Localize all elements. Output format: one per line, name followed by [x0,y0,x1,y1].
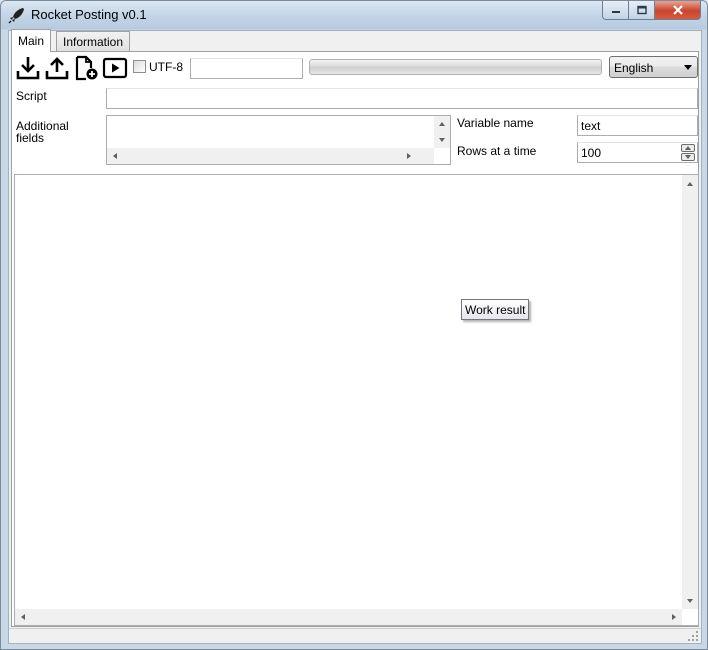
scroll-right-icon[interactable] [407,153,411,159]
status-bar [9,628,701,643]
minimize-icon [611,11,620,13]
client-area: Main Information UTF-8 English Script Ad… [8,29,702,644]
language-selected-value: English [614,61,654,75]
new-file-icon[interactable] [73,55,99,81]
download-icon[interactable] [15,55,41,81]
title-bar[interactable]: Rocket Posting v0.1 [1,1,707,29]
stepper-down-icon [685,155,691,159]
variable-name-input[interactable]: text [577,115,698,136]
horizontal-scrollbar[interactable] [107,148,434,164]
utf8-checkbox[interactable] [133,60,146,73]
utf8-label: UTF-8 [149,60,183,74]
script-label: Script [16,89,47,103]
vertical-scrollbar[interactable] [434,116,450,148]
rows-at-a-time-input[interactable]: 100 [577,142,698,163]
language-select[interactable]: English [609,56,698,78]
progress-bar [309,59,602,75]
result-horizontal-scrollbar[interactable] [15,609,682,625]
rows-stepper[interactable] [681,144,695,161]
app-window: Rocket Posting v0.1 Main Information UTF… [0,0,708,650]
scroll-up-icon[interactable] [439,122,445,126]
upload-icon[interactable] [44,55,70,81]
tab-main[interactable]: Main [11,29,52,52]
additional-fields-label-line2: fields [16,131,45,145]
scroll-down-icon[interactable] [439,138,445,142]
result-scroll-left-icon[interactable] [21,614,25,620]
play-icon[interactable] [102,55,128,81]
work-result-tooltip: Work result [461,299,530,320]
close-button[interactable] [655,1,701,20]
stepper-down-button[interactable] [681,153,695,161]
result-scroll-down-icon[interactable] [687,599,693,603]
work-result-textarea[interactable]: Work result [14,174,699,626]
resize-grip-icon[interactable] [688,631,699,642]
maximize-icon [636,5,647,15]
stepper-up-icon [685,146,691,150]
stepper-up-button[interactable] [681,144,695,152]
rows-at-a-time-label: Rows at a time [457,144,537,158]
rocket-icon [8,8,24,24]
window-title: Rocket Posting v0.1 [31,7,147,22]
maximize-button[interactable] [629,1,655,20]
close-icon [672,5,683,15]
script-input[interactable] [106,88,698,109]
result-scroll-right-icon[interactable] [672,614,676,620]
result-scroll-up-icon[interactable] [687,182,693,186]
main-tab-panel: UTF-8 English Script Additional fields V… [11,51,699,627]
toolbar-text-field[interactable] [190,58,303,79]
minimize-button[interactable] [602,1,629,20]
variable-name-label: Variable name [457,116,534,130]
scroll-left-icon[interactable] [113,153,117,159]
result-vertical-scrollbar[interactable] [682,175,698,609]
chevron-down-icon [684,65,692,70]
additional-fields-textarea[interactable] [106,115,451,165]
tab-main-label: Main [18,34,45,48]
tab-information-label: Information [63,35,124,49]
tab-information[interactable]: Information [56,31,131,51]
